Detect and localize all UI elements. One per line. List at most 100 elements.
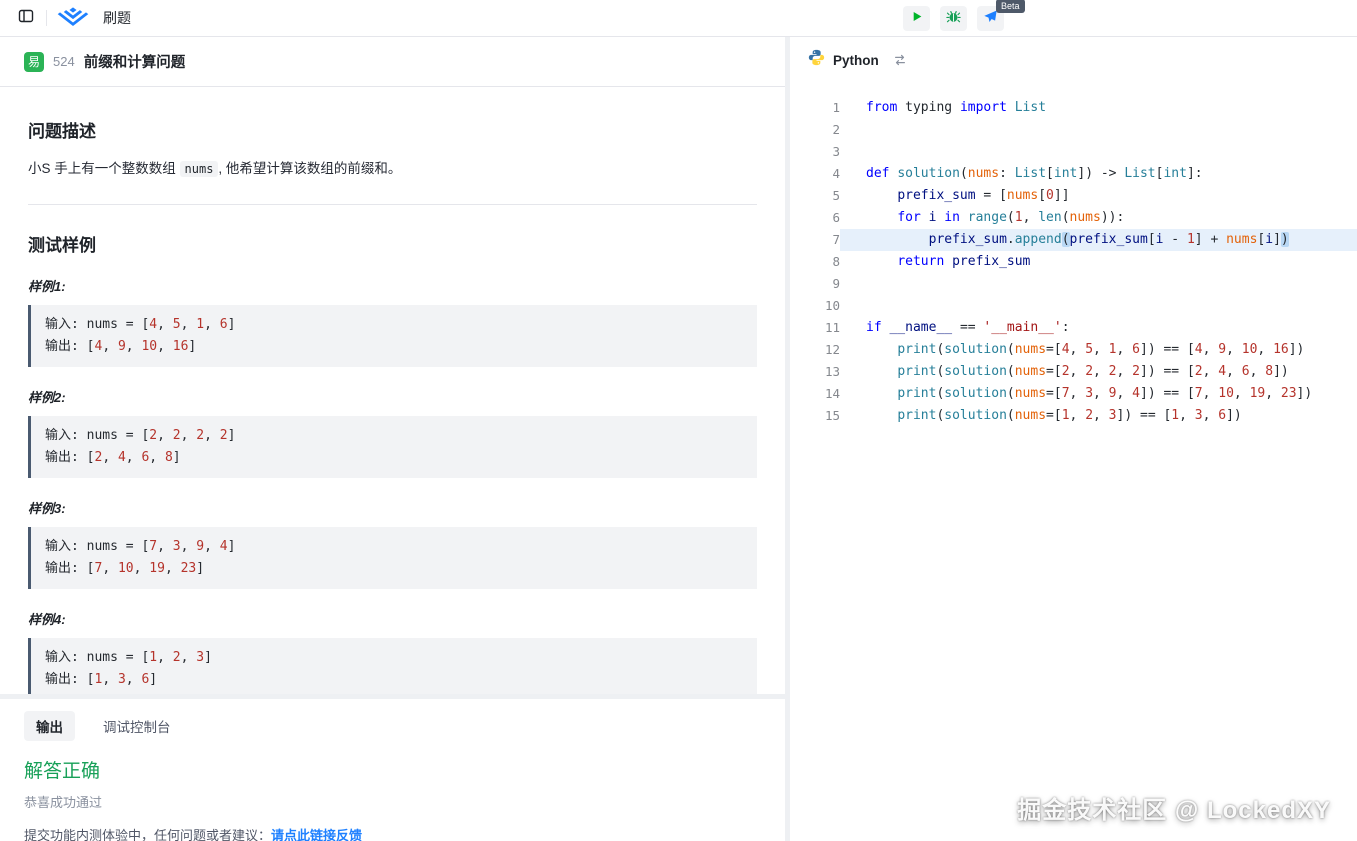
sample-input-row: 输入: nums = [7, 3, 9, 4] [45,536,743,558]
language-switch-icon[interactable] [893,53,907,67]
line-number: 15 [790,405,840,427]
line-number: 14 [790,383,840,405]
description-text: 小S 手上有一个整数数组 [28,161,180,176]
panel-left-icon [18,8,34,29]
topbar: 刷题 [0,0,1357,37]
editor-action-buttons: Beta [903,6,1004,31]
line-number: 8 [790,251,840,273]
code-line[interactable]: 14 print(solution(nums=[7, 3, 9, 4]) == … [790,383,1357,405]
sample-label: 样例4: [28,609,757,628]
code-line-text: def solution(nums: List[int]) -> List[in… [840,163,1357,185]
code-line[interactable]: 1from typing import List [790,97,1357,119]
feedback-link[interactable]: 请点此链接反馈 [271,828,362,841]
line-number: 9 [790,273,840,295]
difficulty-badge: 易 [24,52,44,72]
code-line[interactable]: 12 print(solution(nums=[4, 5, 1, 6]) == … [790,339,1357,361]
submit-button[interactable]: Beta [977,6,1004,31]
sample-output-row: 输出: [1, 3, 6] [45,669,743,691]
result-status: 解答正确 [24,756,761,783]
line-number: 5 [790,185,840,207]
line-number: 11 [790,317,840,339]
code-line[interactable]: 8 return prefix_sum [790,251,1357,273]
code-line-text: print(solution(nums=[7, 3, 9, 4]) == [7,… [840,383,1357,405]
line-number: 7 [790,229,840,251]
code-line[interactable]: 2 [790,119,1357,141]
code-editor-panel: Python 1from typing import List234def so… [790,37,1357,841]
code-line-text: print(solution(nums=[2, 2, 2, 2]) == [2,… [840,361,1357,383]
sample-input-row: 输入: nums = [4, 5, 1, 6] [45,314,743,336]
code-line[interactable]: 3 [790,141,1357,163]
problem-id: 524 [53,54,75,69]
line-number: 1 [790,97,840,119]
line-number: 6 [790,207,840,229]
code-line-text: print(solution(nums=[4, 5, 1, 6]) == [4,… [840,339,1357,361]
code-line[interactable]: 11if __name__ == '__main__': [790,317,1357,339]
code-line[interactable]: 4def solution(nums: List[int]) -> List[i… [790,163,1357,185]
line-number: 4 [790,163,840,185]
problem-panel: 易 524 前缀和计算问题 问题描述 小S 手上有一个整数数组 nums, 他希… [0,37,785,694]
main-area: 易 524 前缀和计算问题 问题描述 小S 手上有一个整数数组 nums, 他希… [0,37,1357,841]
tab-debug-console[interactable]: 调试控制台 [91,711,183,741]
debug-button[interactable] [940,6,967,31]
feedback-line: 提交功能内测体验中，任何问题或者建议：请点此链接反馈 [24,825,761,841]
code-line[interactable]: 7 prefix_sum.append(prefix_sum[i - 1] + … [790,229,1357,251]
sample-io-block: 输入: nums = [2, 2, 2, 2]输出: [2, 4, 6, 8] [28,416,757,478]
description-text: , 他希望计算该数组的前缀和。 [218,161,401,176]
code-line[interactable]: 6 for i in range(1, len(nums)): [790,207,1357,229]
code-line-text: print(solution(nums=[1, 2, 3]) == [1, 3,… [840,405,1357,427]
problem-body: 问题描述 小S 手上有一个整数数组 nums, 他希望计算该数组的前缀和。 测试… [0,87,785,694]
beta-badge: Beta [996,0,1025,13]
sample-io-block: 输入: nums = [7, 3, 9, 4]输出: [7, 10, 19, 2… [28,527,757,589]
editor-header: Python [790,37,1357,83]
sample-io-block: 输入: nums = [1, 2, 3]输出: [1, 3, 6] [28,638,757,694]
code-line[interactable]: 9 [790,273,1357,295]
code-line[interactable]: 5 prefix_sum = [nums[0]] [790,185,1357,207]
sample-label: 样例3: [28,498,757,517]
code-line-text: for i in range(1, len(nums)): [840,207,1357,229]
code-line-text [840,119,1357,141]
sample-output-row: 输出: [2, 4, 6, 8] [45,447,743,469]
code-line-text: prefix_sum.append(prefix_sum[i - 1] + nu… [840,229,1357,251]
python-logo-icon [808,49,825,71]
tab-output[interactable]: 输出 [24,711,75,741]
app-title: 刷题 [103,8,131,28]
code-line-text: prefix_sum = [nums[0]] [840,185,1357,207]
problem-header: 易 524 前缀和计算问题 [0,37,785,87]
code-area[interactable]: 1from typing import List234def solution(… [790,83,1357,841]
run-button[interactable] [903,6,930,31]
juejin-logo-icon[interactable] [57,6,89,30]
sample-io-block: 输入: nums = [4, 5, 1, 6]输出: [4, 9, 10, 16… [28,305,757,367]
bug-icon [946,9,961,29]
feedback-text: 提交功能内测体验中，任何问题或者建议： [24,828,271,841]
code-line[interactable]: 15 print(solution(nums=[1, 2, 3]) == [1,… [790,405,1357,427]
output-tabs: 输出调试控制台 [24,711,761,741]
code-line[interactable]: 13 print(solution(nums=[2, 2, 2, 2]) == … [790,361,1357,383]
sidebar-toggle-button[interactable] [12,5,40,31]
code-line-text [840,295,1357,317]
line-number: 12 [790,339,840,361]
topbar-divider [46,10,47,26]
left-column: 易 524 前缀和计算问题 问题描述 小S 手上有一个整数数组 nums, 他希… [0,37,785,841]
description-heading: 问题描述 [28,117,757,142]
code-line[interactable]: 10 [790,295,1357,317]
line-number: 3 [790,141,840,163]
sample-output-row: 输出: [7, 10, 19, 23] [45,558,743,580]
code-line-text [840,141,1357,163]
sample-input-row: 输入: nums = [2, 2, 2, 2] [45,425,743,447]
output-panel: 输出调试控制台 解答正确 恭喜成功通过 提交功能内测体验中，任何问题或者建议：请… [0,699,785,841]
line-number: 2 [790,119,840,141]
section-divider [28,204,757,205]
line-number: 13 [790,361,840,383]
problem-title: 前缀和计算问题 [84,51,186,72]
code-line-text: return prefix_sum [840,251,1357,273]
sample-label: 样例2: [28,387,757,406]
sample-label: 样例1: [28,276,757,295]
result-message: 恭喜成功通过 [24,792,761,811]
samples-heading: 测试样例 [28,231,757,256]
sample-output-row: 输出: [4, 9, 10, 16] [45,336,743,358]
code-line-text: if __name__ == '__main__': [840,317,1357,339]
samples-list: 样例1: 输入: nums = [4, 5, 1, 6]输出: [4, 9, 10… [28,276,757,694]
code-line-text [840,273,1357,295]
language-label: Python [833,53,879,68]
play-icon [909,9,924,29]
